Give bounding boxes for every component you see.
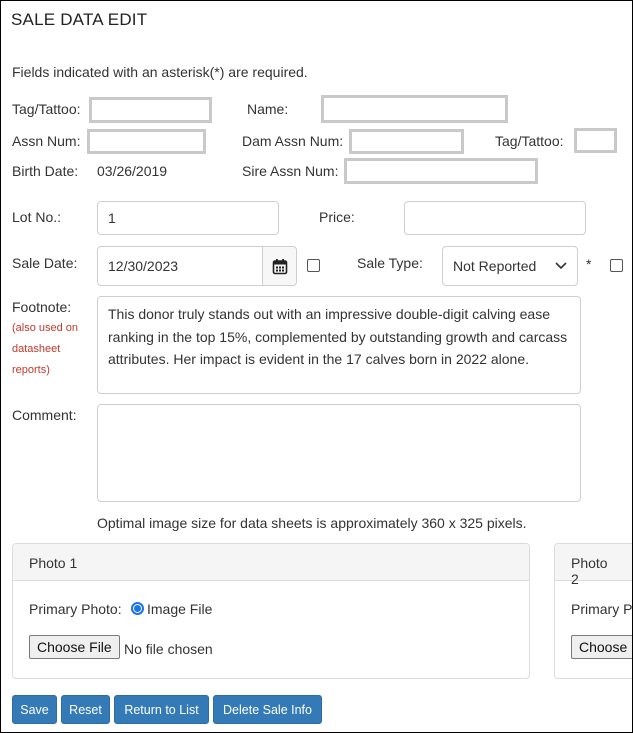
photo-panel-title: Photo 2 [555, 544, 632, 587]
footnote-hint-line: datasheet [12, 343, 61, 355]
comment-textarea[interactable] [97, 404, 581, 502]
sale-date-label: Sale Date: [12, 255, 78, 271]
primary-photo-label: Primary P [571, 601, 632, 617]
sale-type-label: Sale Type: [357, 255, 423, 271]
tag-value-redacted [89, 97, 212, 123]
tag-label: Tag/Tattoo: [12, 101, 81, 117]
sale-date-value: 12/30/2023 [108, 258, 179, 274]
sale-type-checkbox[interactable] [610, 259, 623, 272]
delete-sale-info-button[interactable]: Delete Sale Info [213, 695, 322, 724]
assn-value-redacted [87, 129, 206, 154]
choose-file-button[interactable]: Choose [571, 635, 632, 659]
primary-photo-label: Primary Photo: [29, 601, 122, 617]
dam-assn-value-redacted [349, 129, 464, 154]
reset-button[interactable]: Reset [61, 695, 110, 724]
sire-assn-value-redacted [344, 158, 538, 184]
name-value-redacted [321, 95, 508, 123]
dam-tag-value-redacted [574, 128, 617, 153]
lot-label: Lot No.: [12, 209, 62, 225]
required-note: Fields indicated with an asterisk(*) are… [12, 64, 308, 80]
photo-panel-2: Photo 2 Primary P Choose [554, 543, 632, 679]
name-label: Name: [247, 101, 289, 117]
image-file-radio[interactable] [131, 602, 144, 615]
sale-date-input[interactable]: 12/30/2023 [97, 246, 297, 286]
save-button[interactable]: Save [12, 695, 57, 724]
birth-value: 03/26/2019 [97, 163, 168, 179]
lot-input[interactable]: 1 [97, 201, 279, 235]
sale-date-checkbox[interactable] [307, 259, 320, 272]
footnote-hint: (also used on datasheet reports) [12, 318, 78, 381]
assn-label: Assn Num: [12, 133, 81, 149]
calendar-button[interactable] [262, 247, 296, 285]
file-status: No file chosen [124, 641, 213, 657]
sale-type-select[interactable]: Not Reported [442, 246, 578, 286]
chevron-down-icon [555, 262, 567, 270]
calendar-icon [272, 258, 287, 274]
dam-assn-label: Dam Assn Num: [242, 133, 344, 149]
return-to-list-button[interactable]: Return to List [114, 695, 209, 724]
footnote-label: Footnote: [12, 299, 72, 315]
image-size-note: Optimal image size for data sheets is ap… [97, 515, 527, 531]
footnote-hint-line: (also used on [12, 322, 79, 334]
price-label: Price: [319, 209, 355, 225]
dam-tag-label: Tag/Tattoo: [495, 133, 564, 149]
comment-label: Comment: [12, 407, 77, 423]
photo-panel-1: Photo 1 Primary Photo: Image File Choose… [12, 543, 530, 679]
required-asterisk: * [586, 256, 592, 272]
footnote-hint-line: reports) [12, 364, 50, 376]
page-title: SALE DATA EDIT [11, 10, 148, 29]
sale-type-value: Not Reported [453, 258, 537, 274]
birth-label: Birth Date: [12, 163, 79, 179]
image-file-label: Image File [147, 601, 213, 617]
price-input[interactable] [404, 201, 586, 235]
photo-panel-title: Photo 1 [13, 544, 529, 581]
choose-file-button[interactable]: Choose File [29, 635, 120, 659]
footnote-textarea[interactable]: This donor truly stands out with an impr… [97, 296, 581, 394]
sire-assn-label: Sire Assn Num: [242, 163, 339, 179]
